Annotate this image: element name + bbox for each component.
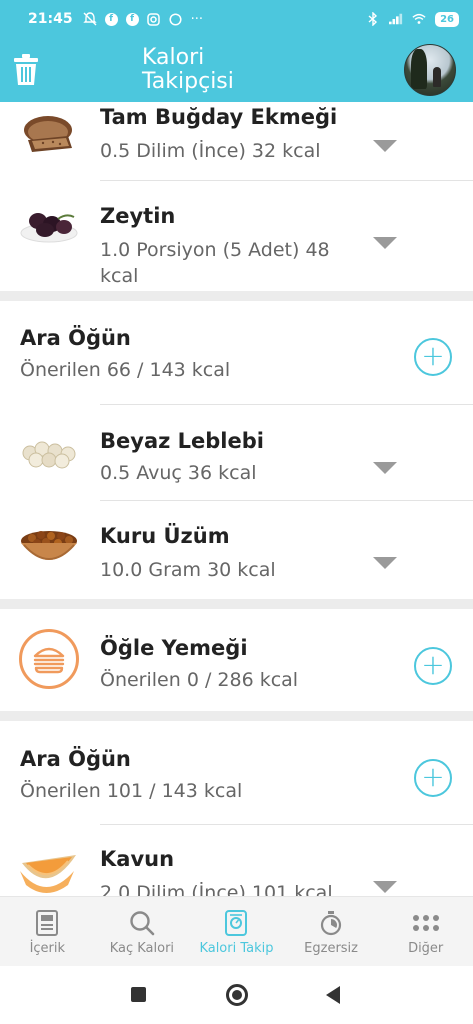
facebook-icon: f [104,12,118,26]
meal-list[interactable]: Tam Buğday Ekmeği 0.5 Dilim (İnce) 32 kc… [0,102,473,896]
nav-label: Kaç Kalori [109,941,175,956]
raisin-image [18,521,80,571]
meal-title: Öğle Yemeği [100,636,248,660]
back-button[interactable] [326,986,340,1004]
meal-recommended: Önerilen 66 / 143 kcal [20,359,231,381]
food-amount: 0.5 Avuç 36 kcal [100,462,257,484]
chevron-down-icon[interactable] [373,881,397,893]
food-item[interactable]: Tam Buğday Ekmeği 0.5 Dilim (İnce) 32 kc… [0,102,473,180]
page-title: Kalori Takipçisi [142,46,234,94]
section-separator [0,711,473,721]
food-amount: 2.0 Dilim (İnce) 101 kcal [100,882,333,896]
chevron-down-icon[interactable] [373,140,397,152]
nav-item-kalori-takip[interactable]: Kalori Takip [189,897,284,966]
notification-icons: f f ··· [82,11,203,27]
food-amount: 0.5 Dilim (İnce) 32 kcal [100,140,321,162]
home-button[interactable] [226,984,248,1006]
recent-apps-button[interactable] [131,987,146,1002]
nav-item-kac-kalori[interactable]: Kaç Kalori [95,897,190,966]
nav-label: Diğer [408,941,444,956]
add-food-button[interactable]: + [414,759,452,797]
avatar-person [433,67,441,87]
food-amount: 1.0 Porsiyon (5 Adet) 48 kcal [100,239,330,287]
bottom-nav: İçerik Kaç Kalori Kalori Takip Egzersiz … [0,896,473,966]
burger-icon [19,629,79,689]
food-item[interactable]: Kuru Üzüm 10.0 Gram 30 kcal [0,501,473,599]
nav-label: İçerik [29,941,66,956]
section-separator [0,599,473,609]
food-name: Tam Buğday Ekmeği [100,105,338,129]
meal-header: Öğle Yemeği Önerilen 0 / 286 kcal + [0,609,473,711]
search-icon [128,909,156,937]
food-item[interactable]: Kavun 2.0 Dilim (İnce) 101 kcal [0,825,473,896]
page-title-line1: Kalori [142,45,205,70]
signal-icon [389,12,403,26]
nav-item-diger[interactable]: Diğer [378,897,473,966]
system-icons: 26 [366,11,459,27]
status-bar: 21:45 f f ··· 26 [0,0,473,38]
system-nav-bar [0,966,473,1024]
meal-title: Ara Öğün [20,747,131,771]
nav-label: Egzersiz [304,941,358,956]
chevron-down-icon[interactable] [373,557,397,569]
meal-title: Ara Öğün [20,326,131,350]
scale-icon [222,909,250,937]
battery-icon: 26 [435,11,459,27]
chevron-down-icon[interactable] [373,462,397,474]
food-item[interactable]: Beyaz Leblebi 0.5 Avuç 36 kcal [0,405,473,500]
page-title-line2: Takipçisi [142,69,234,94]
bluetooth-icon [366,12,380,26]
wifi-icon [412,12,426,26]
alarm-off-icon [82,12,97,26]
whatsapp-icon [169,12,183,26]
food-name: Zeytin [100,204,176,228]
app-header: Kalori Takipçisi [0,38,473,102]
food-amount: 10.0 Gram 30 kcal [100,559,276,581]
food-name: Beyaz Leblebi [100,429,264,453]
melon-image [18,845,80,895]
olive-image [18,199,80,249]
chickpea-image [18,427,80,477]
avatar-tree [411,49,427,89]
avatar[interactable] [404,44,456,96]
stopwatch-icon [317,909,345,937]
food-item[interactable]: Zeytin 1.0 Porsiyon (5 Adet) 48 kcal [0,181,473,291]
document-icon [33,909,61,937]
section-separator [0,291,473,301]
meal-recommended: Önerilen 0 / 286 kcal [100,669,299,691]
status-time: 21:45 [28,11,73,27]
add-food-button[interactable]: + [414,647,452,685]
meal-recommended: Önerilen 101 / 143 kcal [20,780,243,802]
nav-item-egzersiz[interactable]: Egzersiz [284,897,379,966]
meal-header: Ara Öğün Önerilen 66 / 143 kcal + [0,301,473,405]
food-name: Kavun [100,847,175,871]
meal-header: Ara Öğün Önerilen 101 / 143 kcal + [0,721,473,825]
bread-image [18,110,80,160]
more-notifications-icon: ··· [190,11,203,27]
add-food-button[interactable]: + [414,338,452,376]
instagram-icon [147,12,161,26]
more-dots-icon [412,909,440,937]
facebook-icon: f [125,12,139,26]
trash-icon[interactable] [12,53,40,87]
nav-label: Kalori Takip [199,941,274,956]
food-name: Kuru Üzüm [100,524,230,548]
nav-item-icerik[interactable]: İçerik [0,897,95,966]
chevron-down-icon[interactable] [373,237,397,249]
